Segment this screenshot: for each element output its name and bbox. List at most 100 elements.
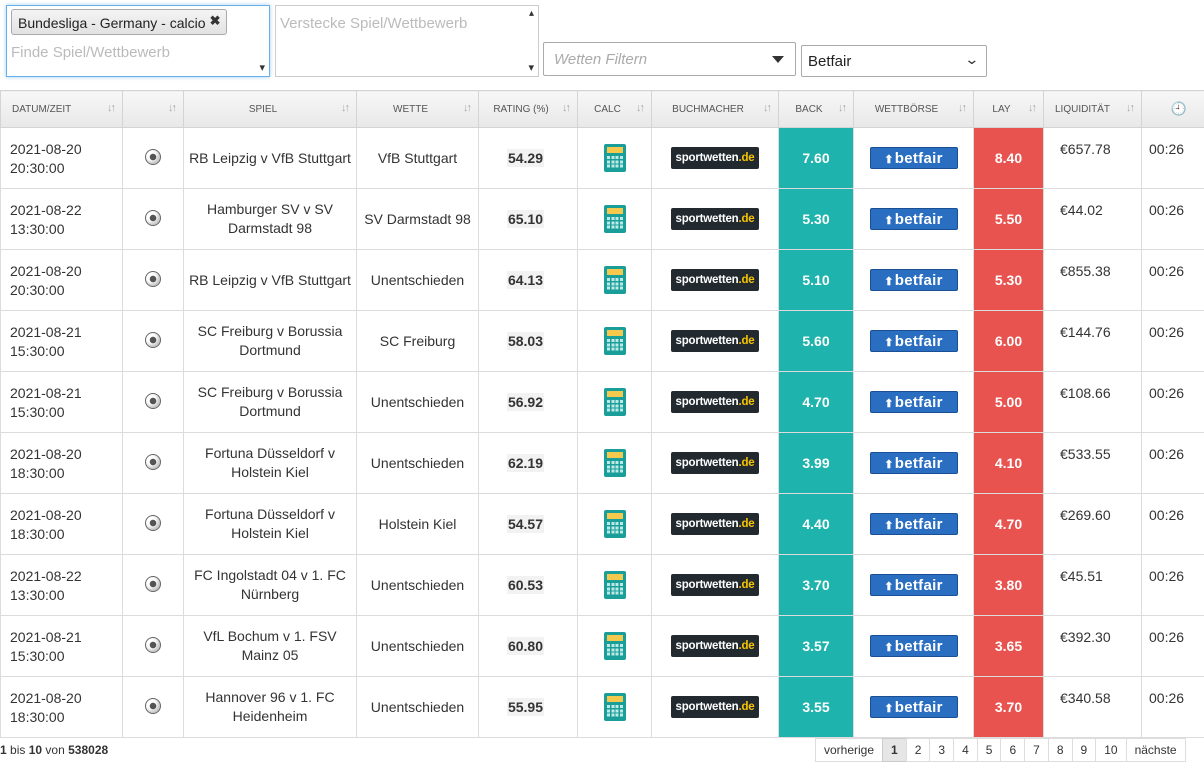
betfair-logo[interactable]: ⬆betfair bbox=[870, 269, 958, 291]
back-odds-cell[interactable]: 4.40 bbox=[779, 494, 854, 555]
sportwetten-logo[interactable]: sportwetten.de bbox=[671, 452, 759, 474]
calculator-icon[interactable] bbox=[604, 693, 626, 721]
column-header-calc[interactable]: CALC↓↑ bbox=[578, 91, 652, 128]
betfair-logo[interactable]: ⬆betfair bbox=[870, 696, 958, 718]
page-button-4[interactable]: 4 bbox=[953, 738, 977, 762]
table-row[interactable]: 2021-08-2213:30:00Hamburger SV v SV Darm… bbox=[1, 189, 1204, 250]
lay-odds-cell[interactable]: 4.70 bbox=[974, 494, 1044, 555]
table-row[interactable]: 2021-08-2115:30:00SC Freiburg v Borussia… bbox=[1, 372, 1204, 433]
page-button-6[interactable]: 6 bbox=[1000, 738, 1024, 762]
sportwetten-logo[interactable]: sportwetten.de bbox=[671, 391, 759, 413]
exchange-select[interactable]: Betfair ⌄ bbox=[801, 45, 987, 77]
back-odds-cell[interactable]: 3.70 bbox=[779, 555, 854, 616]
sportwetten-logo[interactable]: sportwetten.de bbox=[671, 635, 759, 657]
sort-arrows-icon[interactable]: ↓↑ bbox=[763, 102, 770, 114]
column-header-updated[interactable]: 🕘 bbox=[1142, 91, 1204, 128]
calculator-icon[interactable] bbox=[604, 449, 626, 477]
table-row[interactable]: 2021-08-2115:30:00SC Freiburg v Borussia… bbox=[1, 311, 1204, 372]
sort-arrows-icon[interactable]: ↓↑ bbox=[1028, 102, 1035, 114]
lay-odds-cell[interactable]: 3.80 bbox=[974, 555, 1044, 616]
sportwetten-logo[interactable]: sportwetten.de bbox=[671, 574, 759, 596]
sort-arrows-icon[interactable]: ↓↑ bbox=[838, 102, 845, 114]
back-odds-cell[interactable]: 3.57 bbox=[779, 616, 854, 677]
sort-arrows-icon[interactable]: ↓↑ bbox=[341, 102, 348, 114]
column-header-rating[interactable]: RATING (%)↓↑ bbox=[479, 91, 578, 128]
lay-odds-cell[interactable]: 4.10 bbox=[974, 433, 1044, 494]
betfair-logo[interactable]: ⬆betfair bbox=[870, 208, 958, 230]
back-odds-cell[interactable]: 5.30 bbox=[779, 189, 854, 250]
chevron-down-icon[interactable]: ▾ bbox=[528, 61, 534, 74]
betfair-logo[interactable]: ⬆betfair bbox=[870, 574, 958, 596]
calculator-icon[interactable] bbox=[604, 327, 626, 355]
page-button-2[interactable]: 2 bbox=[906, 738, 930, 762]
column-header-bet[interactable]: WETTE↓↑ bbox=[357, 91, 479, 128]
column-header-exchange[interactable]: WETTBÖRSE↓↑ bbox=[854, 91, 974, 128]
back-odds-cell[interactable]: 3.55 bbox=[779, 677, 854, 738]
sort-arrows-icon[interactable]: ↓↑ bbox=[562, 102, 569, 114]
lay-odds-cell[interactable]: 5.50 bbox=[974, 189, 1044, 250]
column-header-liquidity[interactable]: LIQUIDITÄT↓↑ bbox=[1044, 91, 1142, 128]
page-button-1[interactable]: 1 bbox=[882, 738, 906, 762]
sort-arrows-icon[interactable]: ↓↑ bbox=[107, 102, 114, 114]
page-button-10[interactable]: 10 bbox=[1095, 738, 1125, 762]
calculator-icon[interactable] bbox=[604, 510, 626, 538]
page-button-9[interactable]: 9 bbox=[1072, 738, 1096, 762]
find-match-input[interactable]: Bundesliga - Germany - calcio ✖ Finde Sp… bbox=[6, 5, 270, 77]
table-row[interactable]: 2021-08-2213:30:00FC Ingolstadt 04 v 1. … bbox=[1, 555, 1204, 616]
column-header-match[interactable]: SPIEL↓↑ bbox=[184, 91, 357, 128]
calculator-icon[interactable] bbox=[604, 205, 626, 233]
sportwetten-logo[interactable]: sportwetten.de bbox=[671, 513, 759, 535]
sportwetten-logo[interactable]: sportwetten.de bbox=[671, 696, 759, 718]
sort-arrows-icon[interactable]: ↓↑ bbox=[958, 102, 965, 114]
column-header-lay[interactable]: LAY↓↑ bbox=[974, 91, 1044, 128]
lay-odds-cell[interactable]: 3.65 bbox=[974, 616, 1044, 677]
lay-odds-cell[interactable]: 5.00 bbox=[974, 372, 1044, 433]
betfair-logo[interactable]: ⬆betfair bbox=[870, 147, 958, 169]
sportwetten-logo[interactable]: sportwetten.de bbox=[671, 269, 759, 291]
table-row[interactable]: 2021-08-2115:30:00VfL Bochum v 1. FSV Ma… bbox=[1, 616, 1204, 677]
table-row[interactable]: 2021-08-2018:30:00Hannover 96 v 1. FC He… bbox=[1, 677, 1204, 738]
sort-arrows-icon[interactable]: ↓↑ bbox=[1126, 102, 1133, 114]
sort-arrows-icon[interactable]: ↓↑ bbox=[636, 102, 643, 114]
betfair-logo[interactable]: ⬆betfair bbox=[870, 391, 958, 413]
page-button-3[interactable]: 3 bbox=[929, 738, 953, 762]
betfair-logo[interactable]: ⬆betfair bbox=[870, 513, 958, 535]
page-button-5[interactable]: 5 bbox=[977, 738, 1001, 762]
next-page-button[interactable]: nächste bbox=[1126, 738, 1186, 762]
sportwetten-logo[interactable]: sportwetten.de bbox=[671, 147, 759, 169]
lay-odds-cell[interactable]: 5.30 bbox=[974, 250, 1044, 311]
table-row[interactable]: 2021-08-2018:30:00Fortuna Düsseldorf v H… bbox=[1, 494, 1204, 555]
lay-odds-cell[interactable]: 3.70 bbox=[974, 677, 1044, 738]
back-odds-cell[interactable]: 3.99 bbox=[779, 433, 854, 494]
column-header-date[interactable]: DATUM/ZEIT↓↑ bbox=[1, 91, 123, 128]
column-header-bookmaker[interactable]: BUCHMACHER↓↑ bbox=[652, 91, 779, 128]
back-odds-cell[interactable]: 5.60 bbox=[779, 311, 854, 372]
previous-page-button[interactable]: vorherige bbox=[815, 738, 882, 762]
lay-odds-cell[interactable]: 8.40 bbox=[974, 128, 1044, 189]
table-row[interactable]: 2021-08-2020:30:00RB Leipzig v VfB Stutt… bbox=[1, 128, 1204, 189]
column-header-back[interactable]: BACK↓↑ bbox=[779, 91, 854, 128]
bet-filter-select[interactable]: Wetten Filtern bbox=[543, 42, 796, 76]
page-button-7[interactable]: 7 bbox=[1024, 738, 1048, 762]
calculator-icon[interactable] bbox=[604, 144, 626, 172]
chevron-down-icon[interactable]: ▾ bbox=[259, 61, 265, 74]
hide-match-input[interactable]: Verstecke Spiel/Wettbewerb ▴ ▾ bbox=[275, 5, 539, 77]
calculator-icon[interactable] bbox=[604, 632, 626, 660]
betfair-logo[interactable]: ⬆betfair bbox=[870, 635, 958, 657]
betfair-logo[interactable]: ⬆betfair bbox=[870, 452, 958, 474]
table-row[interactable]: 2021-08-2020:30:00RB Leipzig v VfB Stutt… bbox=[1, 250, 1204, 311]
sportwetten-logo[interactable]: sportwetten.de bbox=[671, 330, 759, 352]
sort-arrows-icon[interactable]: ↓↑ bbox=[168, 102, 175, 114]
back-odds-cell[interactable]: 5.10 bbox=[779, 250, 854, 311]
calculator-icon[interactable] bbox=[604, 571, 626, 599]
table-row[interactable]: 2021-08-2018:30:00Fortuna Düsseldorf v H… bbox=[1, 433, 1204, 494]
sort-arrows-icon[interactable]: ↓↑ bbox=[463, 102, 470, 114]
chip-remove-icon[interactable]: ✖ bbox=[210, 8, 221, 34]
back-odds-cell[interactable]: 7.60 bbox=[779, 128, 854, 189]
lay-odds-cell[interactable]: 6.00 bbox=[974, 311, 1044, 372]
betfair-logo[interactable]: ⬆betfair bbox=[870, 330, 958, 352]
calculator-icon[interactable] bbox=[604, 266, 626, 294]
chevron-up-icon[interactable]: ▴ bbox=[529, 8, 534, 19]
page-button-8[interactable]: 8 bbox=[1048, 738, 1072, 762]
column-header-sport[interactable]: ↓↑ bbox=[123, 91, 184, 128]
